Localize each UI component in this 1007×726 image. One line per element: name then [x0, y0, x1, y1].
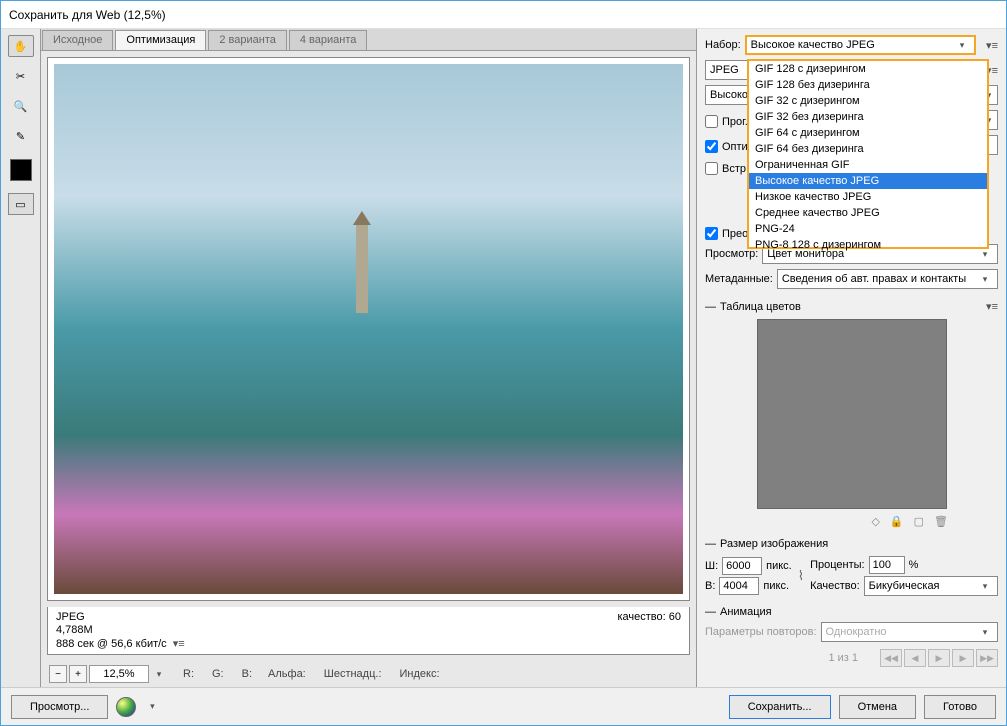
- preset-option[interactable]: PNG-8 128 с дизерингом: [749, 237, 987, 253]
- eyedropper-color-swatch[interactable]: [10, 159, 32, 181]
- map-web-icon[interactable]: ◇: [871, 515, 879, 528]
- optimized-checkbox[interactable]: [705, 140, 718, 153]
- tool-palette: ✋ ✂ 🔍 ✎ ▭: [1, 29, 41, 687]
- color-table-title: Таблица цветов: [720, 301, 801, 313]
- preset-option[interactable]: GIF 128 с дизерингом: [749, 61, 987, 77]
- preset-dropdown-list: GIF 128 с дизерингом GIF 128 без дизерин…: [747, 59, 989, 249]
- preset-option[interactable]: Низкое качество JPEG: [749, 189, 987, 205]
- add-color-icon[interactable]: ▢: [914, 515, 924, 528]
- done-button[interactable]: Готово: [924, 695, 996, 719]
- preset-option[interactable]: GIF 64 без дизеринга: [749, 141, 987, 157]
- preview-canvas[interactable]: [47, 57, 690, 601]
- titlebar: Сохранить для Web (12,5%): [1, 1, 1006, 29]
- metadata-label: Метаданные:: [705, 273, 773, 285]
- format-select[interactable]: JPEG: [705, 60, 749, 80]
- width-input[interactable]: [722, 557, 762, 575]
- percent-label: Проценты:: [810, 559, 865, 571]
- readout-g: G:: [212, 668, 224, 680]
- lock-color-icon[interactable]: 🔒: [890, 515, 904, 528]
- resample-label: Качество:: [810, 580, 860, 592]
- loop-select: Однократно▾: [821, 622, 998, 642]
- info-menu-icon[interactable]: ▾≡: [173, 637, 185, 650]
- view-tabs: Исходное Оптимизация 2 варианта 4 вариан…: [41, 29, 696, 51]
- tab-2up[interactable]: 2 варианта: [208, 30, 287, 50]
- preset-select[interactable]: Высокое качество JPEG ▾: [745, 35, 976, 55]
- prev-frame-button: ◀: [904, 649, 926, 667]
- preset-option[interactable]: GIF 128 без дизеринга: [749, 77, 987, 93]
- info-filesize: 4,788M: [56, 624, 185, 636]
- preset-menu-icon[interactable]: ▾≡: [986, 39, 998, 52]
- zoom-tool-icon[interactable]: 🔍: [8, 95, 34, 117]
- play-button: ▶: [928, 649, 950, 667]
- color-table-menu-icon[interactable]: ▾≡: [986, 300, 998, 313]
- chevron-down-icon[interactable]: ▾: [151, 669, 167, 680]
- next-frame-button: ▶: [952, 649, 974, 667]
- image-size-title: Размер изображения: [720, 538, 828, 550]
- delete-color-icon[interactable]: 🗑: [934, 515, 948, 528]
- last-frame-button: ▶▶: [976, 649, 998, 667]
- frame-counter: 1 из 1: [828, 652, 858, 664]
- hand-tool-icon[interactable]: ✋: [8, 35, 34, 57]
- first-frame-button: ◀◀: [880, 649, 902, 667]
- save-button[interactable]: Сохранить...: [729, 695, 831, 719]
- embed-profile-checkbox[interactable]: [705, 162, 718, 175]
- preset-option[interactable]: Ограниченная GIF: [749, 157, 987, 173]
- browser-globe-icon[interactable]: [116, 697, 136, 717]
- tab-optimized[interactable]: Оптимизация: [115, 30, 206, 50]
- preset-option[interactable]: GIF 32 без дизеринга: [749, 109, 987, 125]
- eyedropper-tool-icon[interactable]: ✎: [8, 125, 34, 147]
- readout-b: B:: [242, 668, 252, 680]
- readout-alpha: Альфа:: [268, 668, 306, 680]
- color-table[interactable]: [757, 319, 947, 509]
- preset-option[interactable]: Высокое качество JPEG: [749, 173, 987, 189]
- preset-option[interactable]: GIF 64 с дизерингом: [749, 125, 987, 141]
- resample-select[interactable]: Бикубическая▾: [864, 576, 998, 596]
- info-format: JPEG: [56, 611, 185, 623]
- percent-input[interactable]: [869, 556, 905, 574]
- slice-visibility-icon[interactable]: ▭: [8, 193, 34, 215]
- tab-original[interactable]: Исходное: [42, 30, 113, 50]
- preset-option[interactable]: GIF 32 с дизерингом: [749, 93, 987, 109]
- tab-4up[interactable]: 4 варианта: [289, 30, 368, 50]
- readout-r: R:: [183, 668, 194, 680]
- readout-index: Индекс:: [400, 668, 440, 680]
- preset-label: Набор:: [705, 39, 741, 51]
- convert-srgb-checkbox[interactable]: [705, 227, 718, 240]
- chevron-down-icon: ▾: [954, 40, 970, 51]
- constrain-proportions-icon[interactable]: ⌇: [798, 568, 804, 584]
- slice-tool-icon[interactable]: ✂: [8, 65, 34, 87]
- image-info-bar: JPEG 4,788M 888 сек @ 56,6 кбит/с ▾≡ кач…: [47, 607, 690, 655]
- metadata-select[interactable]: Сведения об авт. правах и контакты▾: [777, 269, 998, 289]
- animation-title: Анимация: [720, 606, 772, 618]
- progressive-checkbox[interactable]: [705, 115, 718, 128]
- loop-label: Параметры повторов:: [705, 626, 817, 638]
- preset-option[interactable]: PNG-24: [749, 221, 987, 237]
- info-download-time: 888 сек @ 56,6 кбит/с: [56, 638, 167, 650]
- chevron-down-icon[interactable]: ▾: [144, 701, 160, 712]
- height-label: В:: [705, 580, 715, 592]
- zoom-in-button[interactable]: +: [69, 665, 87, 683]
- width-label: Ш:: [705, 560, 718, 572]
- window-title: Сохранить для Web (12,5%): [9, 8, 166, 22]
- cancel-button[interactable]: Отмена: [839, 695, 916, 719]
- zoom-select[interactable]: [89, 665, 149, 683]
- info-quality: качество: 60: [617, 611, 681, 623]
- zoom-out-button[interactable]: −: [49, 665, 67, 683]
- readout-hex: Шестнадц.:: [324, 668, 382, 680]
- preview-browser-button[interactable]: Просмотр...: [11, 695, 108, 719]
- height-input[interactable]: [719, 577, 759, 595]
- preset-option[interactable]: Среднее качество JPEG: [749, 205, 987, 221]
